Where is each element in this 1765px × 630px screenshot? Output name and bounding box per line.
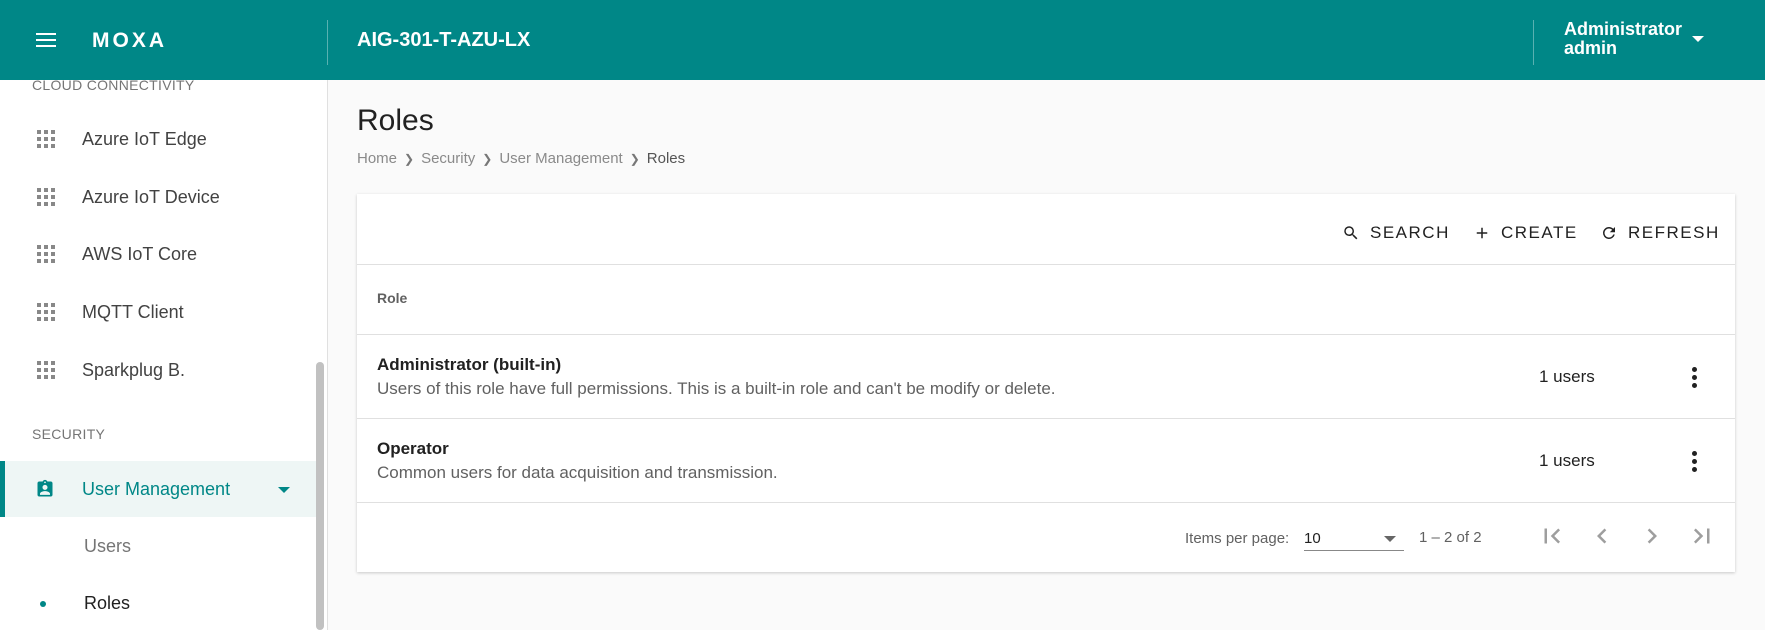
role-user-count: 1 users xyxy=(1539,451,1595,470)
apps-icon xyxy=(37,245,55,263)
dropdown-arrow-icon xyxy=(1384,536,1396,542)
breadcrumb: Home ❯ Security ❯ User Management ❯ Role… xyxy=(357,150,685,167)
items-per-page-label: Items per page: xyxy=(1185,530,1290,547)
chevron-down-icon[interactable] xyxy=(1692,36,1704,42)
role-user-count: 1 users xyxy=(1539,367,1595,386)
active-indicator xyxy=(0,461,5,517)
apps-icon xyxy=(37,361,55,379)
sidebar-scrollbar[interactable] xyxy=(316,362,324,630)
items-per-page-select[interactable]: 10 xyxy=(1304,524,1404,551)
app-header: MOXA AIG-301-T-AZU-LX Administrator admi… xyxy=(0,0,1765,80)
chevron-right-icon: ❯ xyxy=(404,151,415,166)
badge-icon xyxy=(37,479,53,497)
create-button[interactable]: CREATE xyxy=(1473,218,1578,248)
plus-icon xyxy=(1476,227,1488,239)
role-name: Operator xyxy=(377,439,449,458)
table-row[interactable]: Administrator (built-in) Users of this r… xyxy=(357,335,1735,419)
table-row[interactable]: Operator Common users for data acquisiti… xyxy=(357,419,1735,503)
sidebar: CLOUD CONNECTIVITY Azure IoT Edge Azure … xyxy=(0,80,328,630)
page-title: Roles xyxy=(357,104,434,137)
sidebar-subitem-label: Roles xyxy=(84,593,131,613)
refresh-button-label: REFRESH xyxy=(1628,223,1720,242)
more-vert-icon[interactable] xyxy=(1683,447,1707,475)
divider xyxy=(357,502,1735,503)
active-dot-icon xyxy=(40,601,46,607)
items-per-page-value: 10 xyxy=(1304,530,1321,547)
sidebar-item-azure-iot-device[interactable]: Azure IoT Device xyxy=(0,169,320,225)
role-description: Common users for data acquisition and tr… xyxy=(377,463,778,482)
user-role: Administrator xyxy=(1564,19,1683,39)
sidebar-item-azure-iot-edge[interactable]: Azure IoT Edge xyxy=(0,111,320,167)
search-button[interactable]: SEARCH xyxy=(1342,218,1450,248)
refresh-icon xyxy=(1602,226,1615,239)
apps-icon xyxy=(37,303,55,321)
divider xyxy=(357,264,1735,265)
section-label-security: SECURITY xyxy=(32,426,106,442)
chevron-down-icon[interactable] xyxy=(278,487,290,493)
first-page-icon[interactable] xyxy=(1537,521,1567,551)
user-menu[interactable]: Administrator admin xyxy=(1564,20,1682,58)
sidebar-subitem-label: Users xyxy=(84,536,132,556)
device-name: AIG-301-T-AZU-LX xyxy=(357,29,531,51)
more-vert-icon[interactable] xyxy=(1683,363,1707,391)
role-name: Administrator (built-in) xyxy=(377,355,562,374)
header-divider xyxy=(327,20,328,65)
last-page-icon[interactable] xyxy=(1687,521,1717,551)
sidebar-item-sparkplug-b[interactable]: Sparkplug B. xyxy=(0,342,320,398)
breadcrumb-security[interactable]: Security xyxy=(421,150,475,167)
role-description: Users of this role have full permissions… xyxy=(377,379,1056,398)
sidebar-item-mqtt-client[interactable]: MQTT Client xyxy=(0,284,320,340)
sidebar-item-label: Sparkplug B. xyxy=(82,360,186,380)
sidebar-item-label: MQTT Client xyxy=(82,302,184,322)
section-label-cloud: CLOUD CONNECTIVITY xyxy=(32,80,195,93)
search-icon xyxy=(1344,226,1358,240)
column-header-role[interactable]: Role xyxy=(377,290,407,306)
create-button-label: CREATE xyxy=(1501,223,1578,242)
chevron-right-icon: ❯ xyxy=(629,151,640,166)
breadcrumb-home[interactable]: Home xyxy=(357,150,397,167)
refresh-button[interactable]: REFRESH xyxy=(1600,218,1720,248)
user-name: admin xyxy=(1564,38,1618,58)
chevron-right-icon: ❯ xyxy=(482,151,493,166)
sidebar-subitem-roles[interactable]: Roles xyxy=(0,575,320,630)
sidebar-item-user-management[interactable]: User Management xyxy=(0,461,320,517)
search-button-label: SEARCH xyxy=(1370,223,1450,242)
moxa-logo: MOXA xyxy=(92,29,167,52)
sidebar-subitem-users[interactable]: Users xyxy=(0,518,320,574)
roles-table-card: SEARCH CREATE REFRESH Role Administrator… xyxy=(357,194,1735,572)
sidebar-item-label: AWS IoT Core xyxy=(82,244,198,264)
chevron-left-icon[interactable] xyxy=(1587,521,1617,551)
breadcrumb-current: Roles xyxy=(646,150,686,167)
apps-icon xyxy=(37,130,55,148)
sidebar-item-label: Azure IoT Device xyxy=(82,187,220,207)
chevron-right-icon[interactable] xyxy=(1637,521,1667,551)
sidebar-item-label: Azure IoT Edge xyxy=(82,129,207,149)
page-range-label: 1 – 2 of 2 xyxy=(1419,529,1482,546)
menu-icon[interactable] xyxy=(34,30,58,50)
breadcrumb-user-management[interactable]: User Management xyxy=(499,150,622,167)
sidebar-item-label: User Management xyxy=(82,479,231,499)
apps-icon xyxy=(37,188,55,206)
header-divider xyxy=(1533,20,1534,65)
sidebar-item-aws-iot-core[interactable]: AWS IoT Core xyxy=(0,226,320,282)
